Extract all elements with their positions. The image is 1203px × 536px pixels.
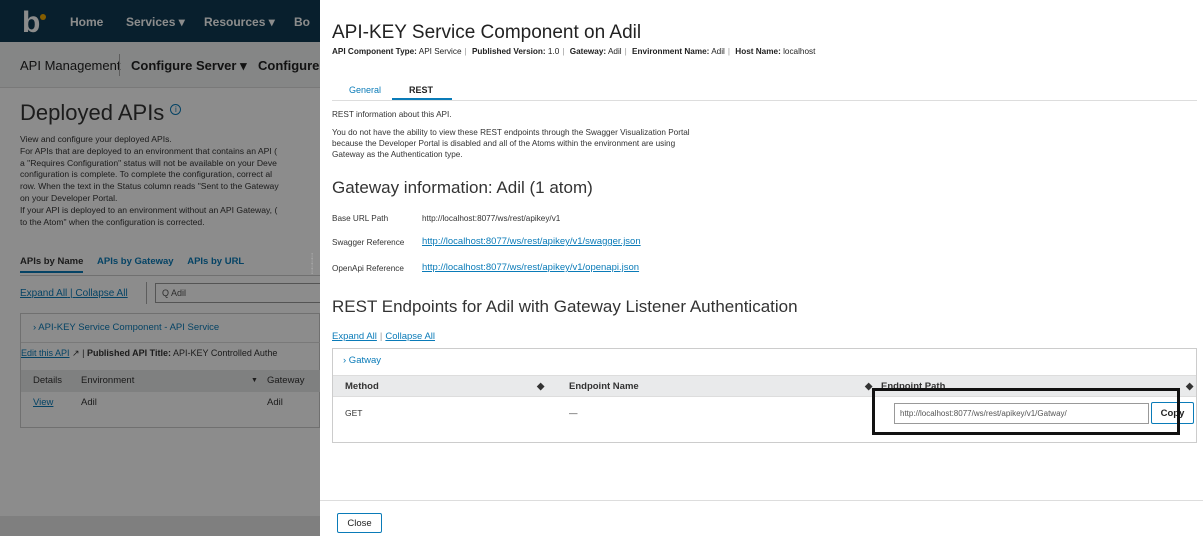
openapi-link[interactable]: http://localhost:8077/ws/rest/apikey/v1/… xyxy=(422,262,639,273)
meta-value: 1.0 xyxy=(547,47,560,56)
tab-rest[interactable]: REST xyxy=(409,85,433,95)
col-method[interactable]: Method xyxy=(345,381,379,392)
notice-line: You do not have the ability to view thes… xyxy=(332,128,690,137)
notice-line: because the Developer Portal is disabled… xyxy=(332,139,676,148)
meta-value: localhost xyxy=(783,47,816,56)
swagger-label: Swagger Reference xyxy=(332,238,405,247)
panel-title: API-KEY Service Component on Adil xyxy=(332,22,642,43)
meta-label: Gateway: xyxy=(569,47,607,56)
meta-value: Adil xyxy=(711,47,725,56)
panel-metadata: API Component Type: API Service | Publish… xyxy=(332,47,816,56)
rest-info-text: REST information about this API. xyxy=(332,110,452,119)
sort-icon[interactable]: ◆ xyxy=(1186,381,1193,392)
collapse-all-link[interactable]: Collapse All xyxy=(385,331,435,342)
cell-method: GET xyxy=(345,408,363,418)
sort-icon[interactable]: ◆ xyxy=(537,381,544,392)
meta-label: Environment Name: xyxy=(632,47,710,56)
meta-label: API Component Type: xyxy=(332,47,417,56)
panel-footer: Close xyxy=(320,500,1203,536)
expand-collapse-links: Expand All | Collapse All xyxy=(332,331,436,342)
expand-all-link[interactable]: Expand All xyxy=(332,331,377,342)
resize-handle-icon[interactable]: ⁞ ⁞ ⁞ ⁞ xyxy=(311,253,317,284)
api-details-panel: API-KEY Service Component on Adil API Co… xyxy=(320,0,1203,536)
tab-divider xyxy=(332,100,1197,101)
gateway-heading: Gateway information: Adil (1 atom) xyxy=(332,178,593,197)
close-button[interactable]: Close xyxy=(337,513,382,533)
endpoints-heading: REST Endpoints for Adil with Gateway Lis… xyxy=(332,297,798,316)
swagger-link[interactable]: http://localhost:8077/ws/rest/apikey/v1/… xyxy=(422,236,641,247)
modal-backdrop[interactable] xyxy=(0,0,320,536)
notice-line: Gateway as the Authentication type. xyxy=(332,150,463,159)
meta-label: Published Version: xyxy=(471,47,546,56)
endpoint-group-toggle[interactable]: › Gatway xyxy=(343,355,381,366)
cell-endpoint-name: — xyxy=(569,408,578,418)
meta-label: Host Name: xyxy=(735,47,781,56)
meta-value: API Service xyxy=(418,47,462,56)
openapi-label: OpenApi Reference xyxy=(332,264,404,273)
tab-general[interactable]: General xyxy=(349,85,381,95)
highlight-box xyxy=(872,388,1180,435)
col-endpoint-name[interactable]: Endpoint Name xyxy=(569,381,639,392)
base-url-value: http://localhost:8077/ws/rest/apikey/v1 xyxy=(422,214,561,223)
base-url-label: Base URL Path xyxy=(332,214,389,223)
meta-value: Adil xyxy=(607,47,622,56)
